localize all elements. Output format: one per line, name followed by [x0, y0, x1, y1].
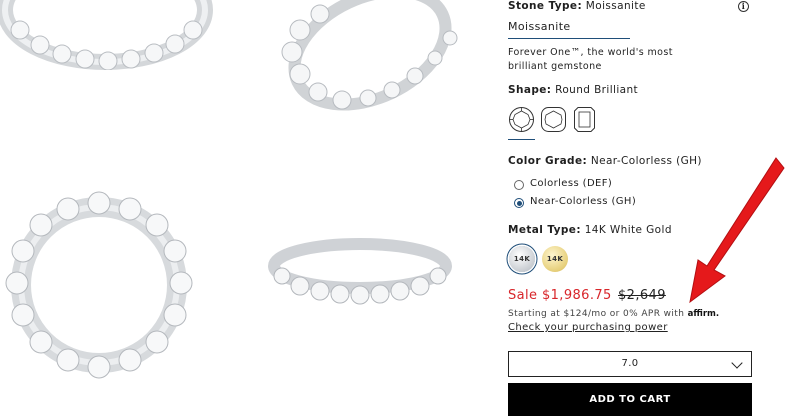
sale-price: Sale $1,986.75 [508, 288, 612, 303]
stone-type-value: Moissanite [585, 0, 646, 12]
color-near-colorless-label[interactable]: Near-Colorless (GH) [530, 196, 636, 207]
shape-round-option[interactable] [508, 106, 535, 133]
stone-tab-moissanite[interactable]: Moissanite [508, 20, 630, 39]
ring-size-select[interactable]: 7.0 [508, 351, 752, 377]
shape-heading: Shape: Round Brilliant [508, 84, 638, 96]
round-brilliant-icon [509, 107, 534, 132]
add-to-cart-button[interactable]: ADD TO CART [508, 383, 752, 416]
affirm-logo: affirm. [687, 309, 720, 319]
ring-image-tilted[interactable] [268, 236, 453, 310]
color-colorless-label[interactable]: Colorless (DEF) [530, 178, 612, 189]
info-icon[interactable]: i [738, 1, 749, 12]
shape-selected-indicator [508, 139, 535, 140]
financing-line: Starting at $124/mo or 0% APR with affir… [508, 309, 719, 319]
ring-image-angled[interactable] [270, 0, 475, 112]
shape-cushion-option[interactable] [540, 106, 567, 133]
original-price: $2,649 [618, 288, 666, 303]
chevron-down-icon [731, 357, 743, 369]
product-gallery [0, 0, 490, 419]
stone-description-line1: Forever One™, the world's most [508, 47, 673, 58]
metal-14k-yellow-swatch[interactable]: 14K [542, 246, 568, 272]
annotation-arrow-icon [689, 157, 785, 304]
cushion-icon [541, 107, 566, 132]
shape-value: Round Brilliant [555, 84, 639, 96]
stone-description-line2: brilliant gemstone [508, 61, 602, 72]
emerald-icon [574, 107, 595, 132]
metal-type-value: 14K White Gold [584, 224, 672, 236]
color-grade-label: Color Grade: [508, 155, 588, 167]
ring-image-side[interactable] [0, 0, 215, 70]
metal-type-label: Metal Type: [508, 224, 581, 236]
purchasing-power-link[interactable]: Check your purchasing power [508, 322, 668, 333]
shape-emerald-option[interactable] [571, 106, 598, 133]
stone-type-heading: Stone Type: Moissanite [508, 0, 646, 12]
metal-type-heading: Metal Type: 14K White Gold [508, 224, 672, 236]
shape-label: Shape: [508, 84, 552, 96]
stone-type-label: Stone Type: [508, 0, 583, 12]
color-grade-heading: Color Grade: Near-Colorless (GH) [508, 155, 702, 167]
financing-text: Starting at $124/mo or 0% APR with [508, 309, 685, 319]
ring-image-top[interactable] [5, 185, 193, 385]
color-colorless-radio[interactable] [514, 180, 524, 190]
color-near-colorless-radio[interactable] [514, 198, 524, 208]
metal-14k-white-swatch[interactable]: 14K [509, 246, 535, 272]
ring-size-value: 7.0 [621, 358, 639, 369]
